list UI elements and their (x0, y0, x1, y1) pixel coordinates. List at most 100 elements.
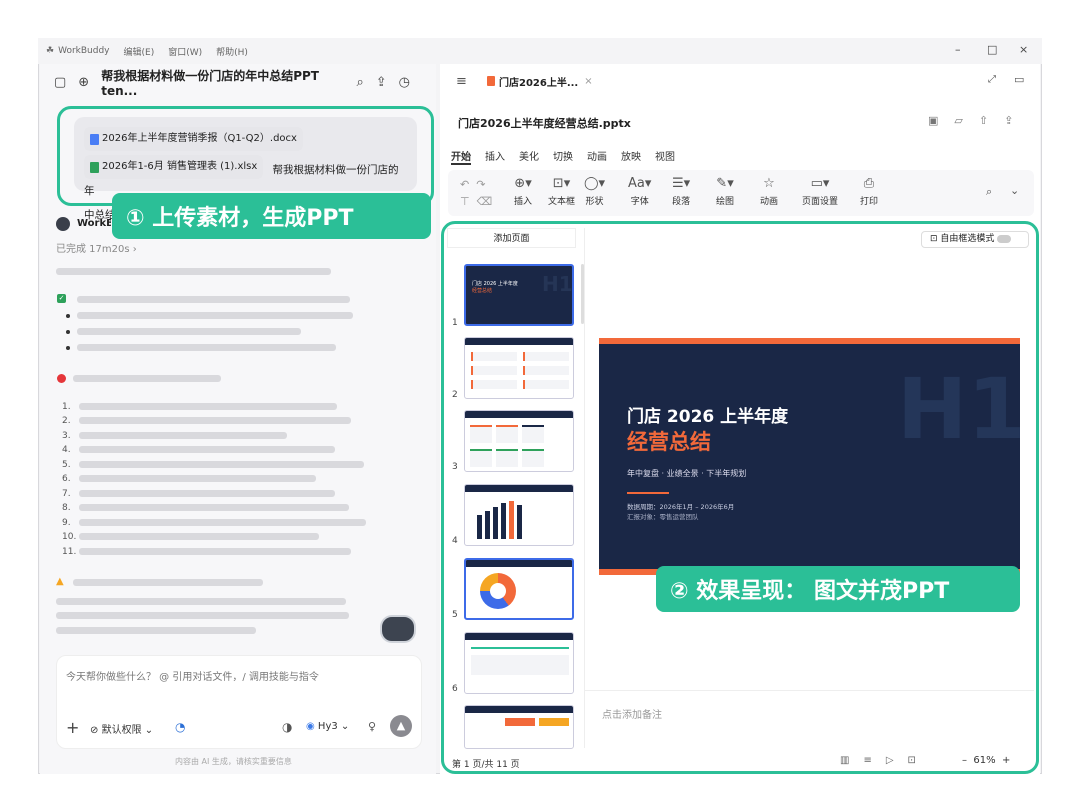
model-select[interactable]: ◉ Hy3 ⌄ (306, 721, 349, 732)
expand-icon[interactable]: ⤢ (988, 74, 996, 85)
attachment-docx[interactable]: 2026年上半年度营销季报（Q1-Q2）.docx (84, 127, 303, 151)
normal-view-icon[interactable]: ▥ (840, 755, 863, 766)
history-icon[interactable]: ◷ (399, 75, 410, 90)
mascot-icon[interactable] (380, 615, 416, 643)
free-select-toggle[interactable]: ⊡ 自由框选模式 (921, 231, 1029, 248)
format-painter-icon[interactable]: ⊤ (460, 195, 470, 208)
text-line (79, 533, 319, 540)
close-icon[interactable]: × (1019, 43, 1028, 56)
redo-icon[interactable]: ↷ (476, 178, 485, 191)
animation-button[interactable]: ☆ 动画 (760, 176, 778, 207)
send-button[interactable]: ▲ (390, 715, 412, 737)
shape-label: 形状 (585, 197, 604, 207)
menu-help[interactable]: 帮助(H) (216, 45, 248, 58)
menu-window[interactable]: 窗口(W) (168, 45, 202, 58)
thumb-title: 门店 2026 上半年度 (472, 281, 518, 287)
thumb-donut (480, 573, 516, 609)
notes-view-icon[interactable]: ≡ (863, 755, 885, 766)
file-name: 门店2026上半年度经营总结.pptx (458, 117, 631, 130)
search-icon[interactable]: ⌕ (356, 75, 363, 90)
slide-thumbnail[interactable] (464, 337, 574, 399)
list-number: 4. (62, 445, 71, 455)
slide-title[interactable]: 门店 2026 上半年度 (627, 402, 788, 427)
add-icon[interactable]: + (66, 718, 79, 737)
tab-start[interactable]: 开始 (451, 148, 471, 165)
slide-number: 2 (452, 390, 458, 400)
list-number: 6. (62, 474, 71, 484)
add-page-button[interactable]: 添加页面 (447, 228, 576, 248)
collapse-ribbon-icon[interactable]: ⌄ (1010, 184, 1019, 197)
menu-icon[interactable]: ≡ (456, 74, 467, 89)
thumb-card (523, 366, 569, 375)
paragraph-button[interactable]: ☰▾ 段落 (672, 176, 690, 207)
file-tab[interactable]: 门店2026上半... × (482, 70, 596, 92)
thumb-card (471, 380, 517, 389)
slide-thumbnail[interactable] (464, 484, 574, 546)
eraser-icon[interactable]: ⌫ (477, 195, 493, 208)
upload-icon[interactable]: ⇧ (979, 114, 1004, 127)
slide-thumbnail[interactable]: 门店 2026 上半年度 经营总结 H1 (464, 264, 574, 326)
tab-slideshow[interactable]: 放映 (621, 148, 641, 165)
attachment-docx-name: 2026年上半年度营销季报（Q1-Q2）.docx (102, 133, 297, 144)
insert-button[interactable]: ⊕▾ 插入 (514, 176, 532, 207)
page-setup-button[interactable]: ▭▾ 页面设置 (802, 176, 838, 207)
share-icon[interactable]: ⇪ (1004, 114, 1029, 127)
slide-meta-audience[interactable]: 汇报对象：零售运营团队 (627, 511, 699, 521)
slide-subtitle[interactable]: 年中复盘 · 业绩全景 · 下半年规划 (627, 468, 746, 479)
ribbon-tabs: 开始 插入 美化 切换 动画 放映 视图 (451, 148, 689, 165)
attachment-xlsx[interactable]: 2026年1-6月 销售管理表 (1).xlsx (84, 155, 264, 179)
tab-beautify[interactable]: 美化 (519, 148, 539, 165)
font-button[interactable]: Aa▾ 字体 (628, 176, 651, 207)
sidebar-toggle-icon[interactable]: ▢ (54, 75, 66, 90)
text-line (79, 461, 364, 468)
toggle-switch[interactable] (997, 234, 1012, 243)
print-button[interactable]: ⎙ 打印 (860, 176, 878, 207)
thumb-header (466, 560, 572, 567)
shape-button[interactable]: ◯▾ 形状 (584, 176, 605, 207)
play-icon[interactable]: ▷ (886, 755, 908, 766)
undo-icon[interactable]: ↶ (460, 178, 469, 191)
slide-thumbnail[interactable] (464, 558, 574, 620)
panel-toggle-icon[interactable]: ▭ (1014, 73, 1024, 86)
tab-transition[interactable]: 切换 (553, 148, 573, 165)
completed-status[interactable]: 已完成 17m20s › (56, 240, 137, 255)
fit-icon[interactable]: ⊡ (908, 755, 930, 766)
thumbnail-scrollbar[interactable] (581, 264, 584, 324)
slide-thumbnail[interactable] (464, 632, 574, 694)
slide-thumbnail[interactable] (464, 705, 574, 749)
thumb-bar (501, 503, 506, 539)
text-line (56, 598, 346, 605)
chat-input-placeholder[interactable]: 今天帮你做些什么？ @ 引用对话文件，/ 调用技能与指令 (66, 668, 319, 683)
save-icon[interactable]: ▣ (928, 114, 954, 127)
thumb-bar (517, 505, 522, 539)
tab-view[interactable]: 视图 (655, 148, 675, 165)
slide-thumbnail[interactable] (464, 410, 574, 472)
page-setup-label: 页面设置 (802, 197, 839, 207)
slide-meta-period[interactable]: 数据周期：2026年1月 – 2026年6月 (627, 501, 734, 511)
mic-icon[interactable]: ♀ (368, 720, 376, 733)
thumb-kpi (470, 425, 492, 443)
arrow-up-icon: ▲ (396, 719, 406, 732)
printer-icon: ⎙ (863, 176, 875, 191)
folder-icon[interactable]: ▱ (954, 114, 978, 127)
textbox-button[interactable]: ⊡▾ 文本框 (548, 176, 575, 207)
draw-button[interactable]: ✎▾ 绘图 (716, 176, 734, 207)
permission-select[interactable]: ⊘ 默认权限 ⌄ (90, 721, 153, 736)
warning-icon: ▲ (56, 576, 64, 587)
close-tab-icon[interactable]: × (584, 76, 592, 87)
new-chat-icon[interactable]: ⊕ (78, 75, 89, 90)
zoom-out-button[interactable]: – (962, 755, 967, 766)
menu-edit[interactable]: 编辑(E) (124, 45, 155, 58)
tool-icon[interactable]: ◔ (175, 720, 185, 734)
search-icon[interactable]: ⌕ (986, 185, 992, 199)
slide-canvas[interactable]: H1 门店 2026 上半年度 经营总结 年中复盘 · 业绩全景 · 下半年规划… (599, 338, 1020, 575)
share-icon[interactable]: ⇪ (376, 75, 387, 90)
tab-insert[interactable]: 插入 (485, 148, 505, 165)
maximize-icon[interactable]: □ (987, 43, 997, 56)
zoom-in-button[interactable]: + (1002, 755, 1010, 766)
tab-animation[interactable]: 动画 (587, 148, 607, 165)
notes-placeholder[interactable]: 点击添加备注 (602, 706, 662, 721)
minimize-icon[interactable]: – (955, 43, 961, 56)
chevron-down-icon: ⌄ (144, 725, 154, 736)
slide-title-accent[interactable]: 经营总结 (627, 426, 711, 456)
